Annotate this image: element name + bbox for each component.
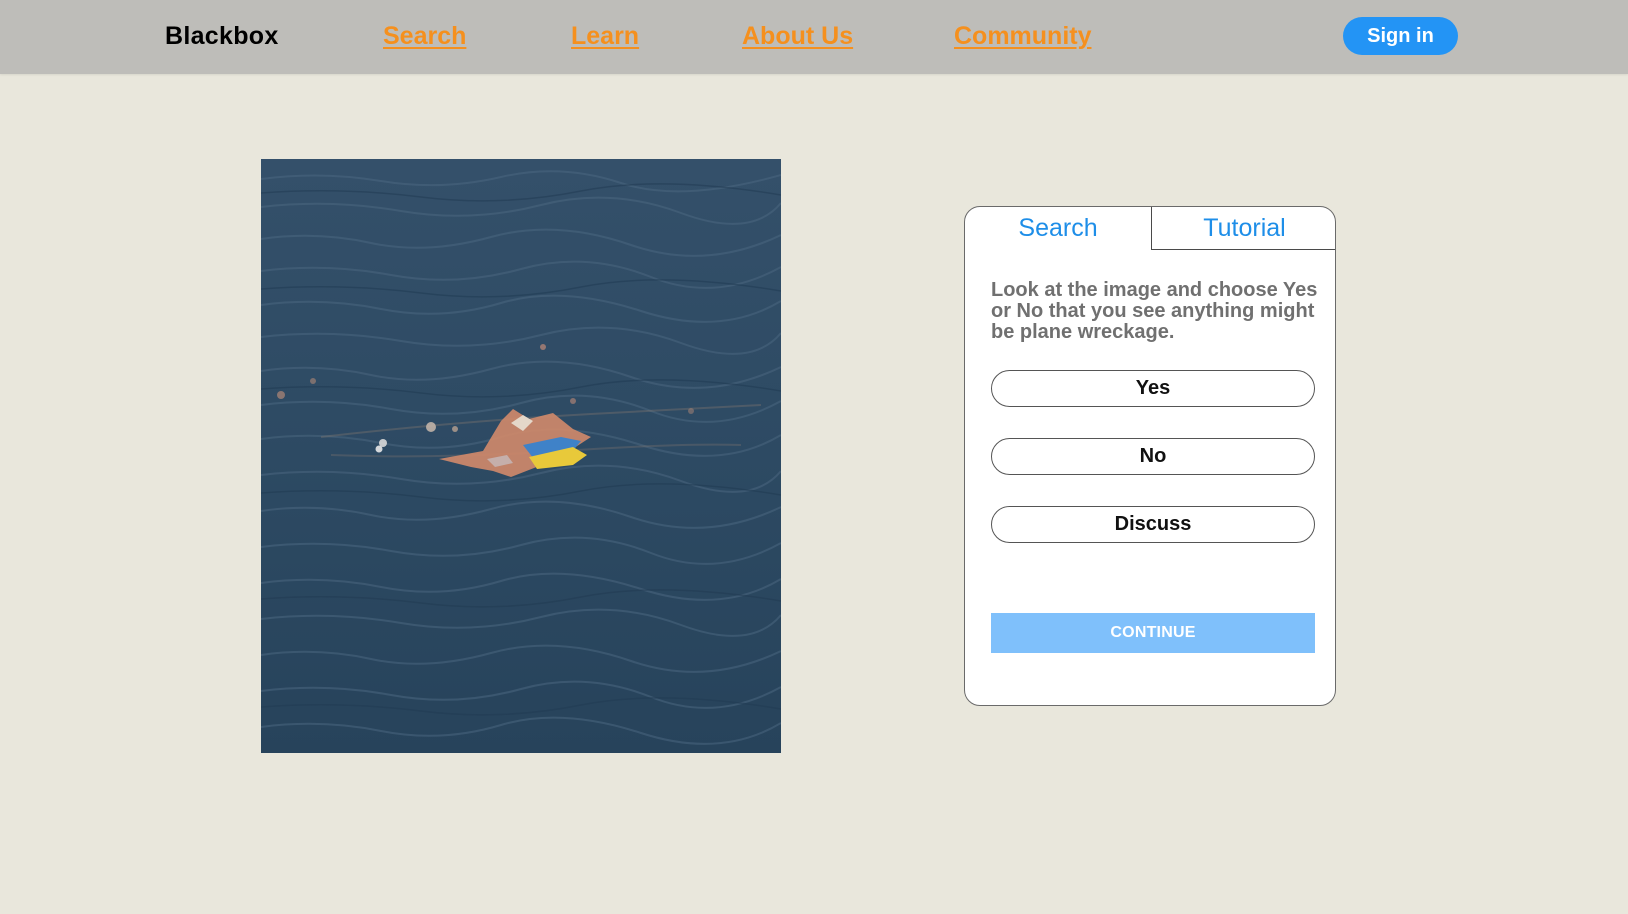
nav-link-search[interactable]: Search [383,22,466,51]
yes-button[interactable]: Yes [991,370,1315,407]
brand-logo[interactable]: Blackbox [165,22,279,51]
discuss-button[interactable]: Discuss [991,506,1315,543]
nav-link-community[interactable]: Community [954,22,1092,51]
tab-tutorial[interactable]: Tutorial [1151,207,1335,250]
top-navigation-bar: Blackbox Search Learn About Us Community… [0,0,1628,74]
ocean-debris-photo [261,159,781,753]
instructions-text: Look at the image and choose Yes or No t… [991,279,1318,343]
tab-search[interactable]: Search [965,207,1151,250]
nav-link-learn[interactable]: Learn [571,22,639,51]
classification-panel: Search Tutorial Look at the image and ch… [964,206,1336,706]
no-button[interactable]: No [991,438,1315,475]
sign-in-button[interactable]: Sign in [1343,17,1458,55]
continue-button[interactable]: CONTINUE [991,613,1315,653]
nav-link-about-us[interactable]: About Us [742,22,853,51]
